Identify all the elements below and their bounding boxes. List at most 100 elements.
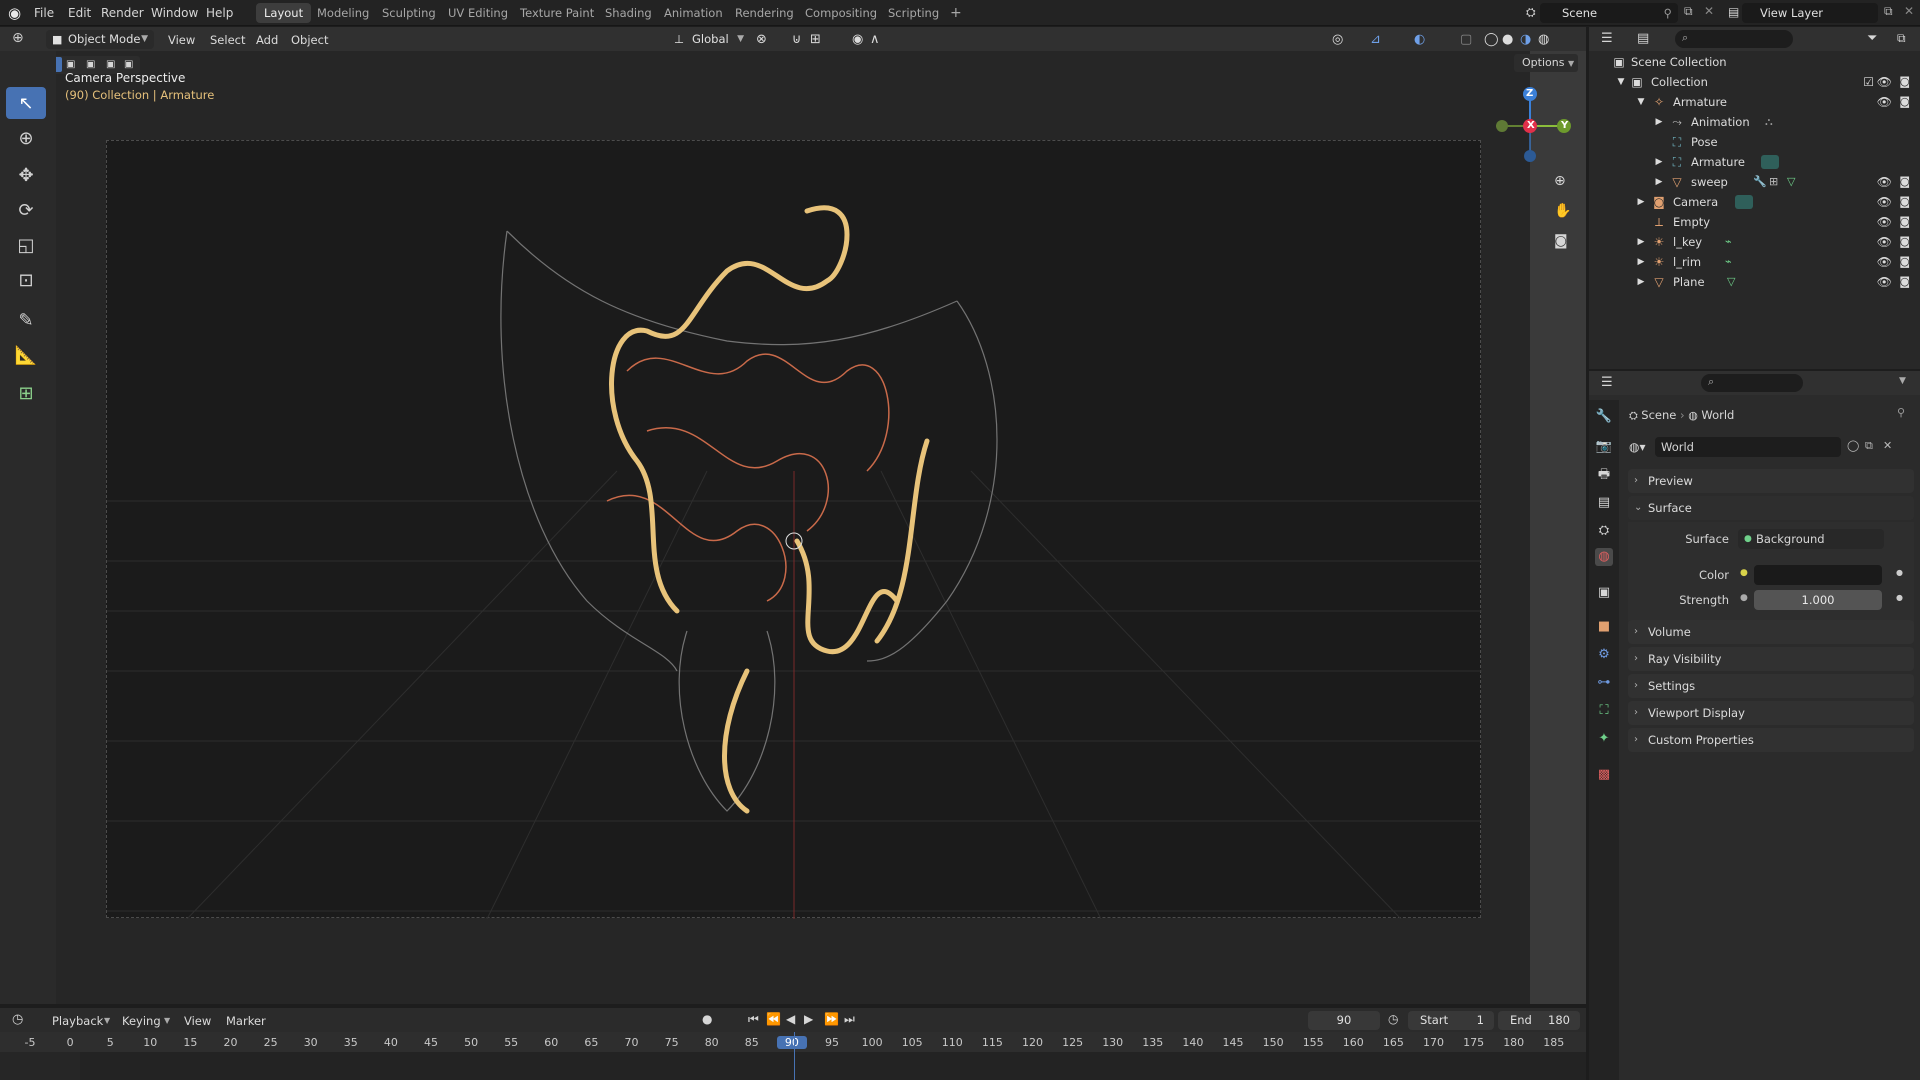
select-box-tool-icon[interactable]: ↖ [6, 87, 46, 119]
editor-type-icon[interactable]: ⊕ [12, 30, 24, 46]
chevron-down-icon[interactable]: ▼ [1899, 376, 1906, 386]
falloff-icon[interactable]: ∧ [870, 31, 880, 49]
play-icon[interactable]: ▶ [804, 1012, 813, 1026]
menu-edit[interactable]: Edit [68, 6, 91, 20]
scene-tab-icon[interactable]: ⛭ [1595, 522, 1613, 540]
tab-scripting[interactable]: Scripting [880, 3, 947, 23]
scene-icon[interactable]: ⛭ [1526, 5, 1536, 20]
render-camera-icon[interactable]: ◙ [1899, 172, 1910, 192]
overlays-icon[interactable]: ◐ [1414, 31, 1425, 49]
outliner-item-pose[interactable]: ⛶ Pose [1589, 132, 1920, 152]
select-intersect-icon[interactable]: ▣ [124, 59, 133, 70]
new-collection-icon[interactable]: ⧉ [1897, 31, 1906, 46]
3d-viewport[interactable]: ▣ ▣ ▣ ▣ Options ▼ Camera Perspective (90… [0, 51, 1586, 1004]
eye-icon[interactable]: 👁 [1877, 272, 1892, 292]
fake-user-icon[interactable]: ◯ [1847, 439, 1859, 452]
view-layer-icon[interactable]: ▤ [1728, 5, 1739, 19]
view-layer-field[interactable]: View Layer [1742, 3, 1878, 23]
world-tab-icon[interactable]: ◍ [1595, 548, 1613, 566]
outliner-editor-icon[interactable]: ☰ [1601, 31, 1613, 46]
chevron-right-icon[interactable]: ▶ [1651, 152, 1667, 172]
chevron-down-icon[interactable]: ▼ [1633, 92, 1649, 112]
tab-rendering[interactable]: Rendering [727, 3, 802, 23]
tab-texture-paint[interactable]: Texture Paint [512, 3, 602, 23]
outliner-item-collection[interactable]: ▼ ▣ Collection ☑ 👁 ◙ [1589, 72, 1920, 92]
delete-scene-icon[interactable]: ✕ [1704, 4, 1714, 18]
outliner-item-plane[interactable]: ▶ ▽ Plane ▽ 👁 ◙ [1589, 272, 1920, 292]
add-workspace-button[interactable]: + [942, 3, 970, 23]
keyframe-dot-icon[interactable]: ● [1896, 593, 1903, 602]
color-swatch[interactable] [1754, 565, 1882, 585]
render-camera-icon[interactable]: ◙ [1899, 212, 1910, 232]
outliner-search-input[interactable]: ⌕ [1675, 30, 1793, 48]
menu-playback[interactable]: Playback [52, 1012, 103, 1030]
jump-keyframe-forward-icon[interactable]: ⏩ [824, 1012, 839, 1026]
eye-icon[interactable]: 👁 [1877, 72, 1892, 92]
strength-socket-icon[interactable]: ● [1740, 593, 1748, 603]
scene-field[interactable]: Scene ⚲ [1540, 3, 1678, 23]
outliner-item-empty[interactable]: ⟂ Empty 👁 ◙ [1589, 212, 1920, 232]
material-shading-icon[interactable]: ◑ [1520, 31, 1531, 49]
jump-keyframe-back-icon[interactable]: ⏪ [766, 1012, 781, 1026]
panel-viewport-display[interactable]: › Viewport Display [1628, 701, 1914, 725]
panel-surface[interactable]: ⌄ Surface [1628, 496, 1914, 520]
panel-volume[interactable]: › Volume [1628, 620, 1914, 644]
eye-icon[interactable]: 👁 [1877, 192, 1892, 212]
record-icon[interactable]: ● [702, 1012, 712, 1026]
pan-hand-icon[interactable]: ✋ [1554, 203, 1571, 219]
panel-preview[interactable]: › Preview [1628, 469, 1914, 493]
texture-tab-icon[interactable]: ▩ [1595, 766, 1613, 784]
menu-marker[interactable]: Marker [226, 1012, 266, 1030]
tab-compositing[interactable]: Compositing [797, 3, 885, 23]
menu-object[interactable]: Object [291, 31, 328, 49]
rotate-tool-icon[interactable]: ⟳ [6, 194, 46, 226]
play-reverse-icon[interactable]: ◀ [786, 1012, 795, 1026]
armature-model[interactable] [447, 171, 1147, 851]
view-layer-tab-icon[interactable]: ▤ [1595, 494, 1613, 512]
outliner-item-sweep[interactable]: ▶ ▽ sweep 🔧 ⊞ ▽ 👁 ◙ [1589, 172, 1920, 192]
display-mode-icon[interactable]: ▤ [1637, 31, 1649, 46]
filter-icon[interactable]: ⏷ [1867, 31, 1877, 46]
chevron-right-icon[interactable]: ▶ [1633, 232, 1649, 252]
properties-search-input[interactable]: ⌕ [1701, 374, 1803, 392]
current-frame-field[interactable]: 90 [1308, 1011, 1380, 1030]
jump-start-icon[interactable]: ⏮ [748, 1012, 759, 1027]
menu-window[interactable]: Window [151, 6, 198, 20]
unlink-icon[interactable]: ✕ [1883, 439, 1892, 452]
chevron-right-icon[interactable]: ▶ [1651, 172, 1667, 192]
panel-settings[interactable]: › Settings [1628, 674, 1914, 698]
proportional-edit-icon[interactable]: ◉ [852, 31, 863, 49]
properties-editor-icon[interactable]: ☰ [1601, 375, 1613, 390]
xray-icon[interactable]: ▢ [1460, 31, 1472, 49]
strength-field[interactable]: 1.000 [1754, 590, 1882, 610]
new-scene-icon[interactable]: ⧉ [1684, 4, 1693, 19]
solid-shading-icon[interactable]: ● [1502, 31, 1513, 49]
eye-icon[interactable]: 👁 [1877, 172, 1892, 192]
world-name-field[interactable]: World [1655, 437, 1841, 457]
tool-tab-icon[interactable]: 🔧 [1595, 408, 1613, 426]
end-frame-field[interactable]: End 180 [1498, 1011, 1580, 1030]
modifiers-tab-icon[interactable]: ⚙ [1595, 646, 1613, 664]
options-dropdown[interactable]: Options ▼ [1514, 54, 1578, 72]
outliner-root[interactable]: ▣ Scene Collection [1589, 52, 1920, 72]
outliner-item-armature[interactable]: ▼ ✧ Armature 👁 ◙ [1589, 92, 1920, 112]
chevron-right-icon[interactable]: ▶ [1633, 192, 1649, 212]
cursor-tool-icon[interactable]: ⊕ [6, 122, 46, 154]
render-tab-icon[interactable]: 📷 [1595, 438, 1613, 456]
jump-end-icon[interactable]: ⏭ [844, 1012, 855, 1027]
collection-tab-icon[interactable]: ▣ [1595, 584, 1613, 602]
current-frame-marker[interactable]: 90 [776, 1036, 807, 1049]
visibility-icon[interactable]: ◎ [1332, 31, 1343, 49]
timeline-editor-icon[interactable]: ◷ [12, 1012, 23, 1027]
playhead-line[interactable] [794, 1032, 795, 1080]
start-frame-field[interactable]: Start 1 [1408, 1011, 1494, 1030]
chevron-right-icon[interactable]: ▶ [1633, 272, 1649, 292]
panel-custom-properties[interactable]: › Custom Properties [1628, 728, 1914, 752]
menu-timeline-view[interactable]: View [184, 1012, 211, 1030]
bone-tab-icon[interactable]: ✦ [1595, 730, 1613, 748]
render-camera-icon[interactable]: ◙ [1899, 272, 1910, 292]
menu-select[interactable]: Select [210, 31, 245, 49]
chevron-down-icon[interactable]: ▼ [1613, 72, 1629, 92]
camera-view-icon[interactable]: ◙ [1554, 233, 1568, 249]
tab-sculpting[interactable]: Sculpting [374, 3, 444, 23]
